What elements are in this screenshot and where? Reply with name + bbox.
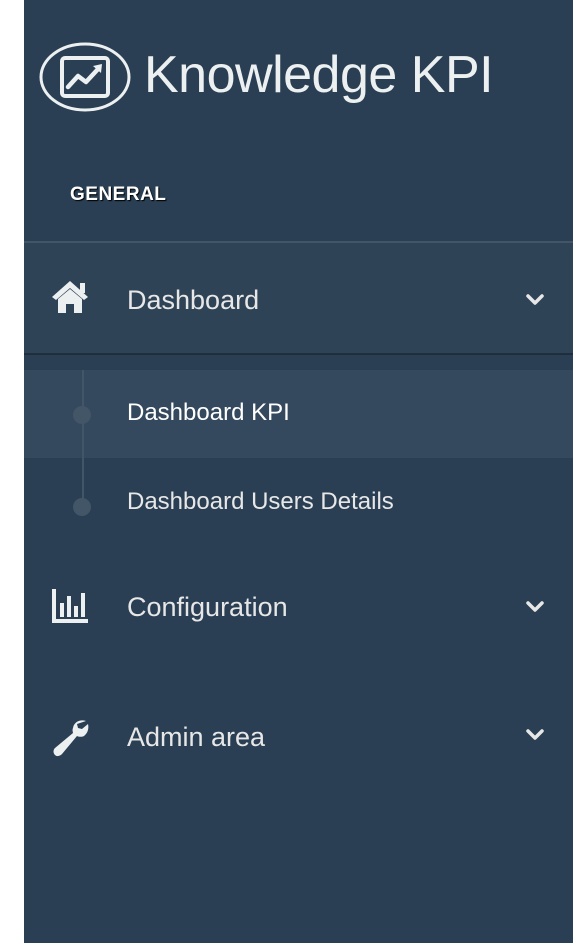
chevron-down-icon[interactable] [524, 724, 546, 746]
nav-item-dashboard[interactable]: Dashboard [24, 243, 573, 353]
chevron-down-icon[interactable] [524, 289, 546, 311]
submenu-label-dashboard-users-details: Dashboard Users Details [127, 488, 394, 515]
home-icon [52, 281, 88, 313]
nav-label-dashboard: Dashboard [127, 285, 260, 315]
bar-chart-icon [52, 589, 88, 623]
nav-item-admin-area[interactable]: Admin area [24, 695, 573, 785]
nav-item-configuration[interactable]: Configuration [24, 565, 573, 655]
submenu-item-dashboard-users-details[interactable]: Dashboard Users Details [24, 458, 573, 546]
left-sidebar: Knowledge KPI GENERAL Dashboard Dashboar… [24, 0, 573, 943]
submenu-item-dashboard-kpi[interactable]: Dashboard KPI [24, 370, 573, 458]
line-chart-icon [39, 42, 131, 112]
nav-label-admin-area: Admin area [127, 722, 266, 752]
wrench-icon [53, 720, 89, 757]
dashboard-submenu: Dashboard KPI Dashboard Users Details [24, 370, 573, 546]
submenu-bullet [73, 498, 91, 516]
nav-label-configuration: Configuration [127, 592, 288, 622]
section-title-general: GENERAL [70, 184, 167, 205]
chevron-down-icon[interactable] [524, 596, 546, 618]
brand-header[interactable]: Knowledge KPI [24, 0, 573, 150]
submenu-label-dashboard-kpi: Dashboard KPI [127, 399, 290, 426]
brand-title: Knowledge KPI [144, 46, 494, 104]
